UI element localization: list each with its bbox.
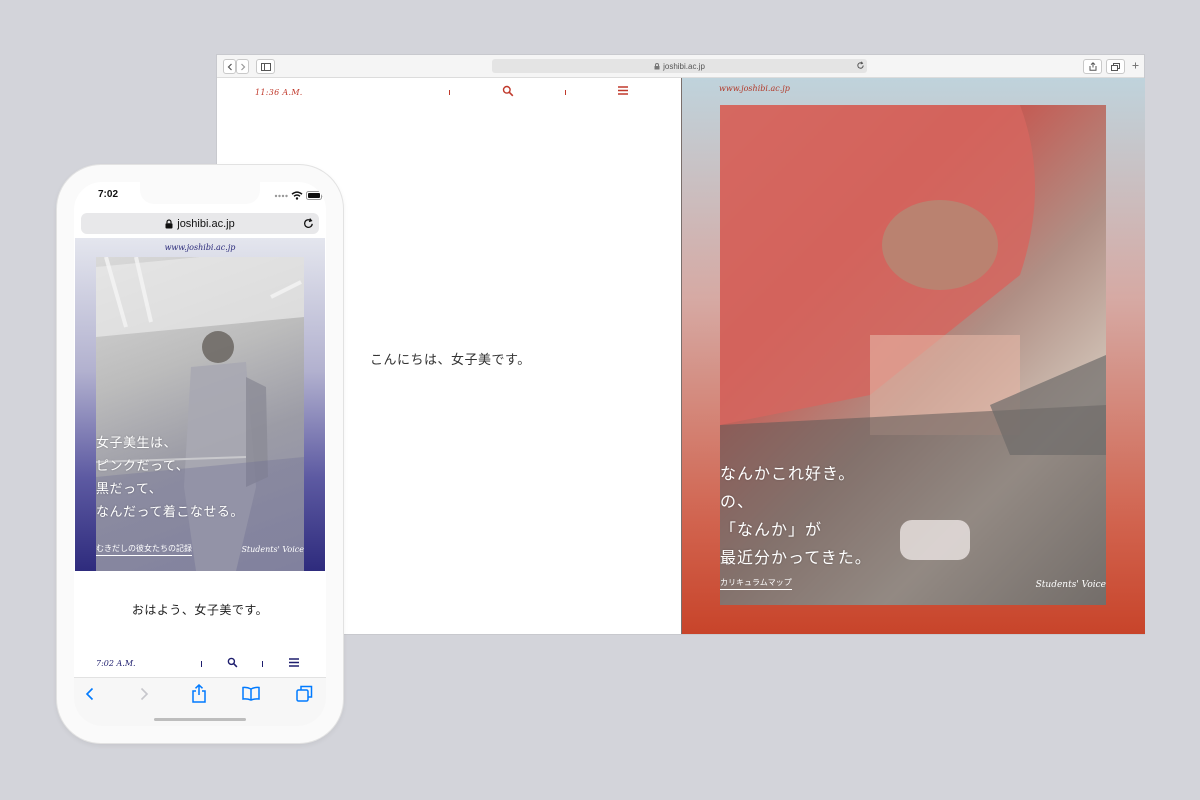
tabs-icon [1111, 62, 1120, 71]
chevron-right-icon [240, 63, 245, 70]
nav-divider [565, 90, 566, 95]
tabs-button[interactable] [1106, 59, 1125, 74]
bookmarks-button[interactable] [242, 686, 260, 701]
student-photo: なんかこれ好き。 の、 「なんか」が 最近分かってきた。 カリキュラムマップ S… [720, 105, 1106, 605]
home-indicator[interactable] [154, 718, 246, 721]
back-button[interactable] [223, 59, 236, 74]
headline-line: 「なんか」が [720, 520, 823, 539]
headline-line: なんだって着こなせる。 [96, 505, 244, 520]
greeting-text: おはよう、女子美です。 [131, 603, 269, 617]
sidebar-icon [260, 62, 271, 71]
share-icon [1089, 62, 1096, 71]
lock-icon [165, 218, 173, 228]
headline-line: 最近分かってきた。 [720, 548, 872, 567]
headline-line: 黒だって、 [96, 482, 163, 497]
book-icon [242, 686, 260, 701]
iphone-screen: 7:02 joshibi.ac.jp www.joshibi.ac.jp 女子美… [74, 182, 326, 726]
students-voice-label: Students' Voice [1035, 580, 1106, 590]
desktop-page-right: www.joshibi.ac.jp なんかこれ好き。 の、 「なんか」が 最近分… [681, 78, 1145, 634]
headline-line: なんかこれ好き。 [720, 464, 856, 483]
records-link[interactable]: むきだしの彼女たちの記録 [96, 543, 192, 556]
address-bar-url: joshibi.ac.jp [663, 61, 705, 71]
chevron-left-icon [85, 687, 94, 701]
nav-time: 11:36 A.M. [255, 88, 303, 97]
share-icon [192, 684, 206, 703]
chevron-right-icon [140, 687, 149, 701]
reload-icon [857, 61, 864, 69]
curriculum-map-link[interactable]: カリキュラムマップ [720, 577, 792, 590]
tabs-icon [296, 685, 313, 702]
greeting-text: こんにちは、女子美です。 [370, 353, 531, 368]
status-icons [274, 191, 324, 200]
forward-button[interactable] [236, 59, 249, 74]
address-bar[interactable]: joshibi.ac.jp [492, 59, 867, 73]
forward-button[interactable] [139, 687, 149, 701]
battery-icon [306, 191, 324, 200]
share-button[interactable] [1083, 59, 1102, 74]
hamburger-menu-icon [289, 658, 299, 667]
mobile-address-url: joshibi.ac.jp [177, 217, 235, 230]
desktop-browser-window: joshibi.ac.jp 11:36 A.M. こんにちは、女子美です。 ww… [217, 55, 1145, 634]
mobile-reload-button[interactable] [303, 218, 314, 229]
headline-line: の、 [720, 492, 755, 511]
students-voice-label: Students' Voice [241, 545, 304, 554]
nav-divider [201, 661, 202, 667]
back-button[interactable] [85, 687, 95, 701]
headline-line: 女子美生は、 [96, 436, 178, 451]
plus-icon [1132, 62, 1139, 69]
hamburger-menu-icon [618, 86, 628, 95]
phone-notch [140, 182, 260, 204]
wifi-icon [291, 191, 303, 200]
mobile-hero-section: www.joshibi.ac.jp 女子美生は、 ピンクだって、 黒だって、 な… [75, 238, 325, 571]
menu-button[interactable] [289, 658, 299, 667]
status-time: 7:02 [98, 189, 119, 200]
chevron-left-icon [227, 63, 232, 70]
headline-line: ピンクだって、 [96, 459, 190, 474]
signal-dots-icon [274, 194, 288, 197]
site-domain: www.joshibi.ac.jp [719, 84, 790, 93]
tabs-button[interactable] [296, 685, 313, 702]
iphone-frame: 7:02 joshibi.ac.jp www.joshibi.ac.jp 女子美… [57, 165, 343, 743]
search-icon [227, 657, 238, 668]
photo-illustration [96, 257, 304, 571]
search-button[interactable] [227, 657, 238, 668]
browser-toolbar: joshibi.ac.jp [217, 55, 1144, 78]
mobile-address-bar[interactable]: joshibi.ac.jp [81, 213, 319, 234]
reload-button[interactable] [856, 61, 865, 70]
new-tab-button[interactable] [1130, 59, 1141, 72]
site-domain: www.joshibi.ac.jp [164, 243, 236, 252]
nav-time: 7:02 A.M. [96, 659, 136, 668]
search-button[interactable] [502, 85, 514, 97]
reload-icon [303, 218, 313, 228]
student-photo: 女子美生は、 ピンクだって、 黒だって、 なんだって着こなせる。 むきだしの彼女… [96, 257, 304, 571]
menu-button[interactable] [618, 86, 628, 95]
sidebar-button[interactable] [256, 59, 275, 74]
share-button[interactable] [191, 684, 207, 703]
search-icon [502, 85, 514, 97]
lock-icon [654, 62, 660, 69]
nav-divider [449, 90, 450, 95]
nav-divider [262, 661, 263, 667]
